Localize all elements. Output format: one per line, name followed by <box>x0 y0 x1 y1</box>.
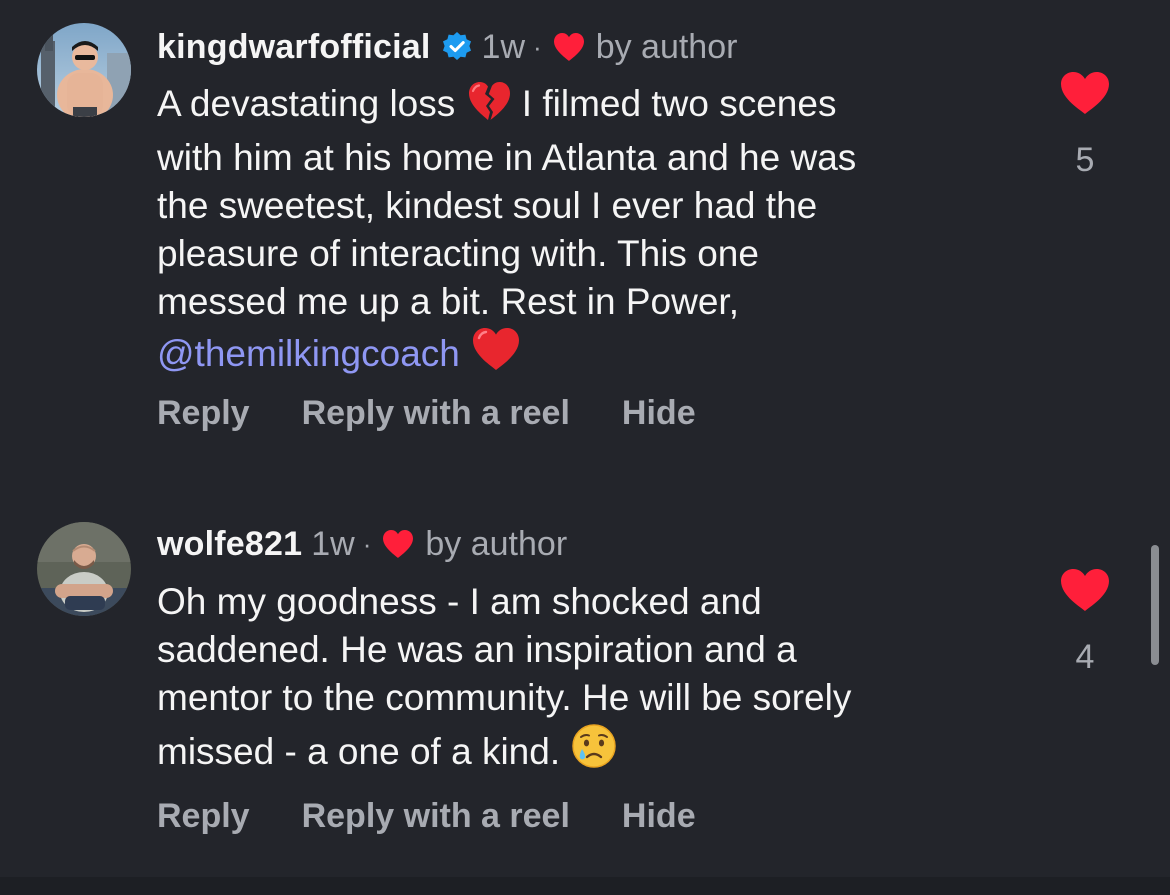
comment-text: A devastating loss I filmed two scenes w… <box>157 80 1017 384</box>
comment-meta: kingdwarfofficial 1w · by author <box>157 24 737 70</box>
like-column: 5 <box>1055 70 1115 180</box>
avatar-image <box>37 23 131 117</box>
reply-with-reel-button[interactable]: Reply with a reel <box>302 394 570 433</box>
broken-heart-emoji-icon <box>466 80 512 134</box>
author-liked-heart-icon <box>383 530 414 558</box>
like-count: 4 <box>1075 638 1095 676</box>
red-heart-emoji-icon <box>470 326 522 384</box>
reply-button[interactable]: Reply <box>157 797 250 836</box>
meta-separator: · <box>362 529 372 559</box>
comment-meta: wolfe821 1w · by author <box>157 521 567 567</box>
avatar[interactable] <box>37 23 131 117</box>
verified-badge-icon <box>442 32 471 60</box>
comment-text: Oh my goodness - I am shocked and sadden… <box>157 578 1017 782</box>
comment-time: 1w <box>311 525 355 563</box>
liked-by-author-label: by author <box>595 28 738 66</box>
bottom-divider <box>0 877 1170 895</box>
comment-text-part: Oh my goodness - I am shocked and sadden… <box>157 581 852 772</box>
comments-screen: kingdwarfofficial 1w · by author A devas… <box>0 0 1170 895</box>
comment-item: kingdwarfofficial 1w · by author A devas… <box>0 0 1170 460</box>
scrollbar[interactable] <box>1151 545 1159 665</box>
avatar-image <box>37 522 131 616</box>
username[interactable]: kingdwarfofficial <box>157 24 431 70</box>
reply-button[interactable]: Reply <box>157 394 250 433</box>
like-heart-icon[interactable] <box>1059 567 1111 613</box>
reply-with-reel-button[interactable]: Reply with a reel <box>302 797 570 836</box>
meta-separator: · <box>533 32 542 62</box>
crying-face-emoji-icon <box>570 722 618 782</box>
hide-button[interactable]: Hide <box>622 797 696 836</box>
comment-actions: Reply Reply with a reel Hide <box>157 391 748 435</box>
like-heart-icon[interactable] <box>1059 70 1111 116</box>
like-count: 5 <box>1075 141 1095 179</box>
comment-actions: Reply Reply with a reel Hide <box>157 794 748 838</box>
comment-text-part: A devastating loss <box>157 83 466 124</box>
hide-button[interactable]: Hide <box>622 394 696 433</box>
comment-time: 1w <box>481 28 526 66</box>
username[interactable]: wolfe821 <box>157 521 302 567</box>
avatar[interactable] <box>37 522 131 616</box>
like-column: 4 <box>1055 567 1115 677</box>
comment-item: wolfe821 1w · by author Oh my goodness -… <box>0 497 1170 895</box>
user-mention-link[interactable]: @themilkingcoach <box>157 333 460 374</box>
liked-by-author-label: by author <box>425 525 568 563</box>
author-liked-heart-icon <box>553 33 584 61</box>
